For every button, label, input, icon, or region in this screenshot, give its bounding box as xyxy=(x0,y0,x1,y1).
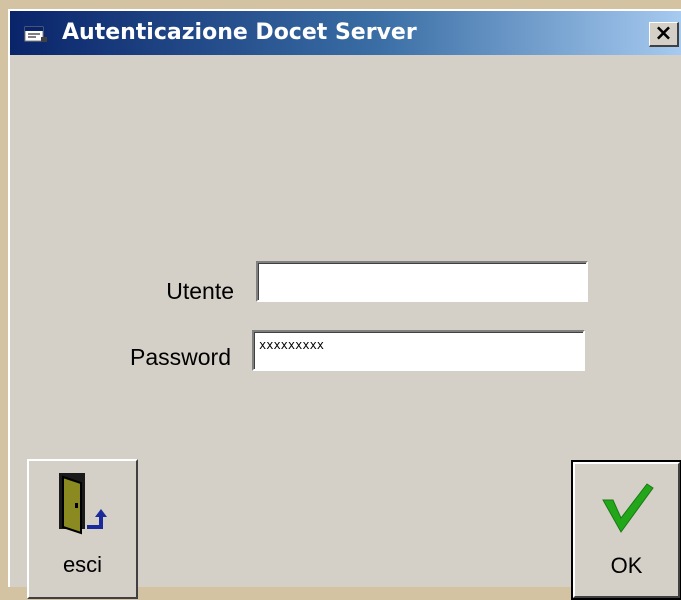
ok-button-label: OK xyxy=(610,553,643,578)
exit-button[interactable]: esci xyxy=(27,459,138,599)
title-bar[interactable]: Autenticazione Docet Server × xyxy=(10,11,681,55)
password-input[interactable]: xxxxxxxxx xyxy=(252,330,585,371)
close-icon: × xyxy=(654,21,673,46)
exit-button-label: esci xyxy=(62,552,103,577)
window-title: Autenticazione Docet Server xyxy=(62,20,417,45)
app-window-icon xyxy=(24,26,47,42)
user-input[interactable] xyxy=(256,261,588,302)
user-label: Utente xyxy=(166,278,234,304)
login-dialog: Autenticazione Docet Server × Utente Pas… xyxy=(8,9,681,600)
checkmark-icon xyxy=(602,483,654,533)
door-exit-icon xyxy=(59,473,107,535)
password-label: Password xyxy=(130,344,231,370)
ok-button[interactable]: OK xyxy=(571,460,681,600)
close-button[interactable]: × xyxy=(649,22,679,47)
